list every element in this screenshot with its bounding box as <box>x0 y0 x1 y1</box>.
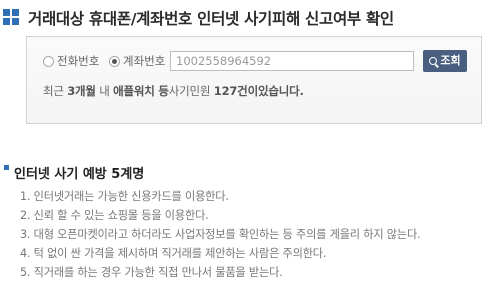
search-button[interactable]: 조회 <box>423 50 467 72</box>
search-icon <box>429 57 438 65</box>
tips-list: 1. 인터넷거래는 가능한 신용카드를 이용한다. 2. 신뢰 할 수 있는 쇼… <box>20 187 421 282</box>
list-item: 1. 인터넷거래는 가능한 신용카드를 이용한다. <box>20 190 229 203</box>
list-item: 5. 직거래를 하는 경우 가능한 직접 만나서 물품을 받는다. <box>20 266 283 279</box>
tips-title: 인터넷 사기 예방 5계명 <box>14 167 145 182</box>
phone-number-radio[interactable] <box>43 56 54 67</box>
search-input[interactable] <box>170 51 414 71</box>
search-button-label: 조회 <box>440 54 461 67</box>
list-item: 3. 대형 오픈마켓이라고 하더라도 사업자정보를 확인하는 등 주의를 게을리… <box>20 228 421 241</box>
phone-number-radio-label[interactable]: 전화번호 <box>57 53 99 69</box>
search-panel: 전화번호 계좌번호 조회 최근 3개월 내 애플워치 등사기민원 127건이있습… <box>26 36 482 124</box>
section-marker-icon <box>4 165 9 170</box>
account-number-radio-label[interactable]: 계좌번호 <box>123 53 165 69</box>
page-title: 거래대상 휴대폰/계좌번호 인터넷 사기피해 신고여부 확인 <box>28 10 394 28</box>
list-item: 4. 턱 없이 싼 가격을 제시하며 직거래를 제안하는 사람은 주의한다. <box>20 247 327 260</box>
grid-icon <box>3 9 19 25</box>
list-item: 2. 신뢰 할 수 있는 쇼핑몰 등을 이용한다. <box>20 209 209 222</box>
account-number-radio[interactable] <box>109 56 120 67</box>
page-header: 거래대상 휴대폰/계좌번호 인터넷 사기피해 신고여부 확인 <box>0 0 500 34</box>
report-stat-text: 최근 3개월 내 애플워치 등사기민원 127건이있습니다. <box>43 84 304 98</box>
